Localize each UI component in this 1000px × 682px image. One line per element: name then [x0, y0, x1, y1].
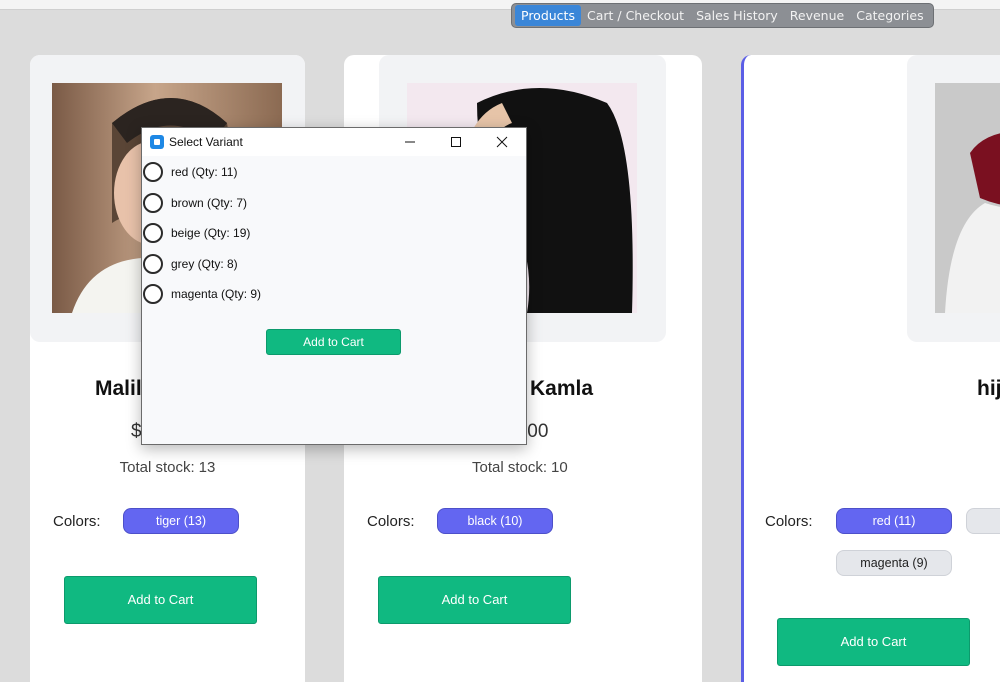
- variant-option-label: magenta (Qty: 9): [171, 287, 262, 301]
- variant-option-label: grey (Qty: 8): [171, 257, 238, 271]
- variant-option-label: brown (Qty: 7): [171, 196, 248, 210]
- total-stock: Total stock: 13: [30, 459, 305, 476]
- nav-tab-products[interactable]: Products: [515, 5, 581, 26]
- color-chip-partial[interactable]: b: [966, 508, 1000, 534]
- radio-button[interactable]: [143, 254, 163, 274]
- product-image-frame: [907, 55, 1000, 342]
- nav-tab-sales-history[interactable]: Sales History: [690, 5, 784, 26]
- product-photo: [935, 83, 1000, 313]
- radio-button[interactable]: [143, 193, 163, 213]
- variant-option-label: red (Qty: 11): [171, 165, 238, 179]
- total-stock-value: 13: [198, 459, 216, 476]
- close-icon[interactable]: [480, 128, 524, 156]
- variant-option[interactable]: magenta (Qty: 9): [142, 284, 261, 304]
- add-to-cart-button[interactable]: Add to Cart: [777, 618, 970, 666]
- variant-option[interactable]: red (Qty: 11): [142, 162, 237, 182]
- maximize-icon[interactable]: [434, 128, 478, 156]
- dialog-title: Select Variant: [169, 135, 243, 149]
- total-stock-label: Total stock:: [472, 459, 548, 476]
- nav-tab-cart-checkout[interactable]: Cart / Checkout: [581, 5, 690, 26]
- product-name: hij: [977, 377, 1000, 400]
- colors-label: Colors:: [367, 513, 415, 530]
- total-stock-value: 10: [551, 459, 568, 476]
- radio-button[interactable]: [143, 223, 163, 243]
- dialog-add-to-cart-button[interactable]: Add to Cart: [266, 329, 401, 355]
- color-chip-black[interactable]: black (10): [437, 508, 553, 534]
- radio-button[interactable]: [143, 284, 163, 304]
- add-to-cart-button[interactable]: Add to Cart: [378, 576, 571, 624]
- minimize-icon[interactable]: [388, 128, 432, 156]
- variant-option[interactable]: beige (Qty: 19): [142, 223, 250, 243]
- color-chip-red[interactable]: red (11): [836, 508, 952, 534]
- colors-label: Colors:: [765, 513, 813, 530]
- variant-option[interactable]: brown (Qty: 7): [142, 193, 247, 213]
- add-to-cart-button[interactable]: Add to Cart: [64, 576, 257, 624]
- color-chip-tiger[interactable]: tiger (13): [123, 508, 239, 534]
- nav-tab-categories[interactable]: Categories: [850, 5, 929, 26]
- nav-tab-revenue[interactable]: Revenue: [784, 5, 850, 26]
- dialog-titlebar[interactable]: Select Variant: [142, 128, 526, 156]
- variant-option-label: beige (Qty: 19): [171, 226, 251, 240]
- main-nav: Products Cart / Checkout Sales History R…: [511, 3, 934, 28]
- color-chip-magenta[interactable]: magenta (9): [836, 550, 952, 576]
- variant-option[interactable]: grey (Qty: 8): [142, 254, 238, 274]
- select-variant-dialog: Select Variant red (Qty: 11) brown (Qty:…: [141, 127, 527, 445]
- total-stock-label: Total stock:: [119, 459, 195, 476]
- product-card-selected: hij Colors: red (11) b magenta (9) Add t…: [741, 55, 1000, 682]
- colors-label: Colors:: [53, 513, 101, 530]
- app-icon: [150, 135, 164, 149]
- radio-button[interactable]: [143, 162, 163, 182]
- total-stock: Total stock: 10: [344, 459, 702, 476]
